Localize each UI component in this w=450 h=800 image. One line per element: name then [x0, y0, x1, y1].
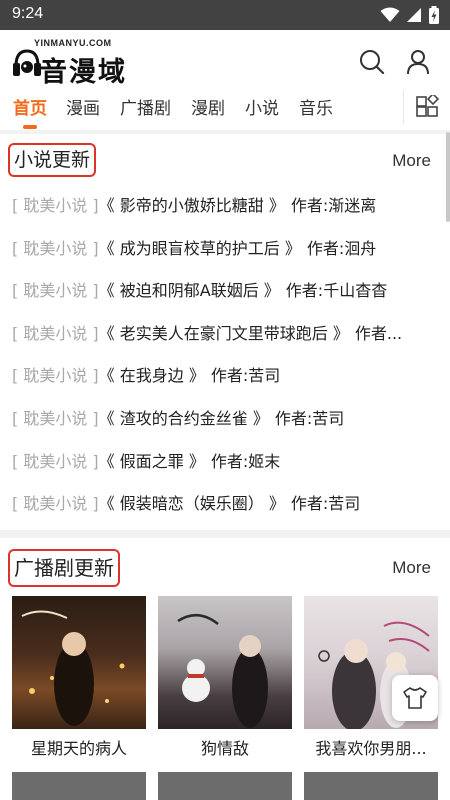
novel-title: 《 假面之罪 》 — [98, 451, 205, 471]
author-label: 作者: — [210, 366, 249, 386]
tab-home[interactable]: 首页 — [13, 94, 47, 119]
cover-art — [21, 610, 125, 726]
author-label: 作者: — [285, 281, 324, 301]
novel-item[interactable]: [ 耽美小说 ]《 假装暗恋（娱乐圈） 》作者:苦司 — [12, 483, 442, 526]
author-name: 洄舟 — [344, 238, 377, 258]
tshirt-icon — [403, 687, 427, 709]
novel-item[interactable]: [ 耽美小说 ]《 在我身边 》作者:苦司 — [12, 355, 442, 398]
app-header: YINMANYU.COM 音漫域 — [0, 30, 450, 90]
category-tabs: 首页 漫画 广播剧 漫剧 小说 音乐 — [0, 90, 450, 130]
novel-tag: [ 耽美小说 ] — [12, 323, 99, 343]
author-name: 姬末 — [248, 451, 281, 471]
app-logo[interactable]: YINMANYU.COM 音漫域 — [12, 38, 137, 88]
section-spacer — [0, 130, 450, 134]
novel-item[interactable]: [ 耽美小说 ]《 成为眼盲校草的护工后 》作者:洄舟 — [12, 228, 442, 271]
author-label: 作者: — [210, 451, 249, 471]
drama-cover-image[interactable] — [304, 772, 438, 800]
author-name: 千山杳杳 — [323, 281, 388, 301]
search-icon[interactable] — [358, 48, 386, 76]
novel-tag: [ 耽美小说 ] — [12, 408, 99, 428]
novel-list: [ 耽美小说 ]《 影帝的小傲娇比糖甜 》作者:渐迷离 [ 耽美小说 ]《 成为… — [12, 185, 442, 526]
author-label: 作者: — [306, 238, 345, 258]
tab-novels[interactable]: 小说 — [245, 94, 279, 119]
drama-card-title: 我喜欢你男朋... — [315, 739, 427, 758]
novel-title: 《 影帝的小傲娇比糖甜 》 — [98, 196, 285, 215]
tab-comics[interactable]: 漫画 — [66, 94, 100, 119]
logo-title: 音漫域 — [40, 57, 127, 88]
novel-tag: [ 耽美小说 ] — [12, 196, 99, 215]
tab-comic-drama[interactable]: 漫剧 — [191, 94, 225, 119]
drama-cover-image[interactable] — [12, 772, 146, 800]
section-spacer — [0, 530, 450, 538]
novel-tag: [ 耽美小说 ] — [12, 494, 99, 514]
signal-icon — [407, 8, 421, 22]
author-label: 作者: — [274, 408, 313, 428]
author-name: 苦司 — [312, 408, 345, 428]
novel-more-link[interactable]: More — [392, 151, 431, 171]
drama-cover-image — [12, 596, 146, 729]
grid-icon[interactable] — [415, 95, 439, 119]
drama-more-link[interactable]: More — [392, 558, 431, 578]
cover-art — [177, 614, 268, 728]
author-label: 作者: — [290, 494, 329, 514]
tab-divider — [403, 90, 404, 124]
novel-item[interactable]: [ 耽美小说 ]《 老实美人在豪门文里带球跑后 》作者... — [12, 313, 442, 356]
author-name: 苦司 — [328, 494, 361, 514]
drama-card-title: 星期天的病人 — [30, 739, 127, 758]
drama-cover-image[interactable] — [158, 772, 292, 800]
novel-title: 《 被迫和阴郁A联姻后 》 — [98, 281, 280, 301]
drama-section-title: 广播剧更新 — [8, 549, 120, 587]
scrollbar[interactable] — [446, 132, 450, 222]
novel-section-title: 小说更新 — [8, 143, 97, 177]
novel-title: 《 在我身边 》 — [98, 366, 205, 386]
author-label: 作者: — [290, 196, 329, 215]
drama-cover-image — [158, 596, 292, 729]
novel-title: 《 渣攻的合约金丝雀 》 — [98, 408, 269, 428]
tab-music[interactable]: 音乐 — [299, 94, 333, 119]
wifi-icon — [380, 7, 400, 22]
floating-action-button[interactable] — [392, 675, 438, 721]
novel-tag: [ 耽美小说 ] — [12, 281, 99, 301]
drama-card[interactable]: 星期天的病人 — [12, 596, 146, 759]
author-label: 作者... — [354, 323, 403, 343]
drama-card-title: 狗情敌 — [200, 739, 249, 758]
drama-card[interactable]: 狗情敌 — [158, 596, 292, 759]
novel-tag: [ 耽美小说 ] — [12, 238, 99, 258]
novel-item[interactable]: [ 耽美小说 ]《 被迫和阴郁A联姻后 》作者:千山杳杳 — [12, 270, 442, 313]
battery-icon — [429, 6, 439, 24]
novel-item[interactable]: [ 耽美小说 ]《 影帝的小傲娇比糖甜 》作者:渐迷离 — [12, 185, 442, 228]
novel-tag: [ 耽美小说 ] — [12, 451, 99, 471]
user-icon[interactable] — [404, 48, 432, 76]
author-name: 苦司 — [248, 366, 281, 386]
novel-title: 《 假装暗恋（娱乐圈） 》 — [98, 494, 285, 514]
status-bar: 9:24 — [0, 0, 450, 30]
novel-item[interactable]: [ 耽美小说 ]《 假面之罪 》作者:姬末 — [12, 441, 442, 484]
headphone-logo-icon — [13, 49, 41, 76]
status-time: 9:24 — [12, 5, 44, 22]
active-tab-indicator — [23, 125, 37, 129]
status-icons — [380, 6, 440, 24]
author-name: 渐迷离 — [328, 196, 377, 215]
tab-audio-drama[interactable]: 广播剧 — [120, 94, 171, 119]
novel-tag: [ 耽美小说 ] — [12, 366, 99, 386]
logo-domain-text: YINMANYU.COM — [34, 38, 112, 48]
novel-title: 《 老实美人在豪门文里带球跑后 》 — [98, 323, 349, 343]
novel-title: 《 成为眼盲校草的护工后 》 — [98, 238, 301, 258]
novel-item[interactable]: [ 耽美小说 ]《 渣攻的合约金丝雀 》作者:苦司 — [12, 398, 442, 441]
